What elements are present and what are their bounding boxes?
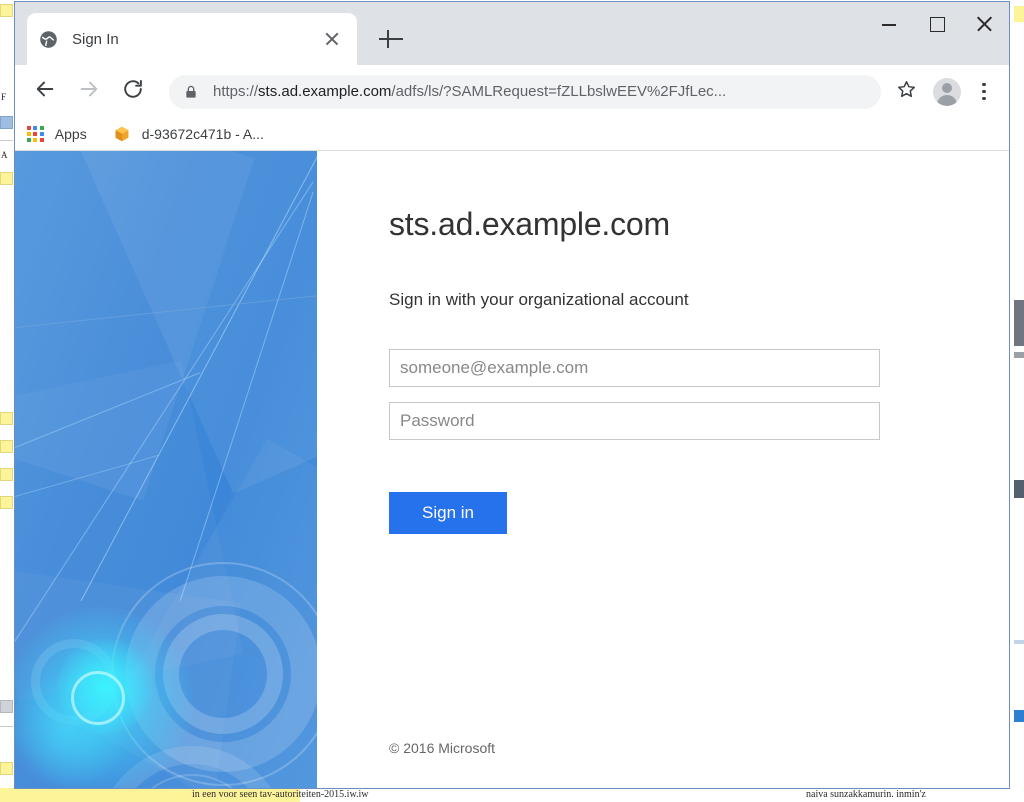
- reload-button[interactable]: [113, 72, 153, 112]
- close-icon[interactable]: [321, 28, 343, 50]
- back-button[interactable]: [25, 72, 65, 112]
- background-highlight-chip: [0, 440, 13, 453]
- username-input[interactable]: [389, 349, 880, 388]
- kebab-dot: [982, 82, 986, 87]
- background-highlight-chip: [0, 116, 13, 129]
- background-highlight-chip: [0, 4, 13, 17]
- background-highlight-chip: [0, 172, 13, 185]
- kebab-dot: [982, 96, 986, 101]
- background-bottom-text-left: in een voor seen tav-autoriteiten-2015.i…: [192, 789, 369, 800]
- browser-toolbar: https://sts.ad.example.com/adfs/ls/?SAML…: [15, 65, 1009, 118]
- background-mark: [1014, 710, 1024, 722]
- bookmark-apps[interactable]: Apps: [27, 125, 87, 143]
- background-rule: [0, 726, 13, 727]
- maximize-button[interactable]: [913, 2, 961, 42]
- tab-title: Sign In: [72, 30, 119, 48]
- url-host: sts.ad.example.com: [258, 83, 392, 100]
- background-highlight-chip: [0, 762, 13, 775]
- background-text-fragment: A: [1, 150, 8, 160]
- browser-window: Sign In https://sts.ad.example.com/adfs/…: [14, 1, 1010, 789]
- background-highlight-chip: [0, 412, 13, 425]
- page-viewport: sts.ad.example.com Sign in with your org…: [15, 151, 1009, 788]
- page-title: sts.ad.example.com: [389, 206, 670, 242]
- url-scheme: https://: [213, 83, 259, 100]
- background-document-left-edge: F A: [0, 0, 14, 802]
- new-tab-button[interactable]: [376, 24, 406, 54]
- bookmarks-bar: Apps d-93672c471b - A...: [15, 118, 1009, 151]
- chrome-menu-button[interactable]: [973, 82, 995, 101]
- copyright-text: © 2016 Microsoft: [389, 740, 496, 756]
- background-document-right-edge: [1014, 0, 1024, 802]
- globe-icon: [39, 30, 58, 49]
- window-controls: [865, 2, 1009, 62]
- sign-in-button[interactable]: Sign in: [389, 492, 507, 535]
- forward-arrow-icon: [78, 78, 100, 105]
- hero-illustration: [15, 151, 317, 788]
- url-path: /adfs/ls/?SAMLRequest=fZLLbslwEEV%2FJfLe…: [391, 83, 727, 100]
- background-highlight-chip: [0, 468, 13, 481]
- background-highlight-chip: [0, 496, 13, 509]
- tab-strip: Sign In: [15, 2, 1009, 65]
- reload-icon: [122, 78, 144, 105]
- aws-cube-icon: [113, 125, 131, 143]
- background-mark: [1014, 480, 1024, 498]
- minimize-button[interactable]: [865, 2, 913, 42]
- background-rule: [0, 140, 13, 141]
- forward-button[interactable]: [69, 72, 109, 112]
- background-mark: [1014, 640, 1024, 644]
- address-bar[interactable]: https://sts.ad.example.com/adfs/ls/?SAML…: [169, 74, 881, 109]
- star-icon: [896, 79, 917, 105]
- background-scrollbar-thumb: [1014, 300, 1024, 346]
- bookmark-aws-account[interactable]: d-93672c471b - A...: [113, 125, 264, 143]
- hero-ring: [71, 671, 125, 725]
- background-highlight-chip: [0, 700, 13, 713]
- form-subtitle: Sign in with your organizational account: [389, 290, 689, 310]
- background-bottom-text-right: naiva sunzakkamurin. inmin'z: [806, 789, 926, 800]
- address-bar-url: https://sts.ad.example.com/adfs/ls/?SAML…: [213, 83, 867, 100]
- bookmark-label: Apps: [54, 126, 87, 142]
- signin-form: sts.ad.example.com Sign in with your org…: [317, 151, 1009, 788]
- password-input[interactable]: [389, 402, 880, 441]
- lock-icon: [183, 84, 199, 100]
- bookmark-star-button[interactable]: [889, 75, 923, 109]
- background-mark: [1014, 352, 1024, 358]
- tab-sign-in[interactable]: Sign In: [27, 13, 357, 65]
- apps-grid-icon: [27, 125, 44, 143]
- background-highlight-chip: [1014, 6, 1024, 22]
- background-text-fragment: F: [1, 92, 7, 102]
- back-arrow-icon: [34, 78, 56, 105]
- kebab-dot: [982, 89, 986, 94]
- close-window-button[interactable]: [961, 2, 1009, 42]
- avatar[interactable]: [933, 77, 961, 106]
- bookmark-label: d-93672c471b - A...: [141, 126, 264, 142]
